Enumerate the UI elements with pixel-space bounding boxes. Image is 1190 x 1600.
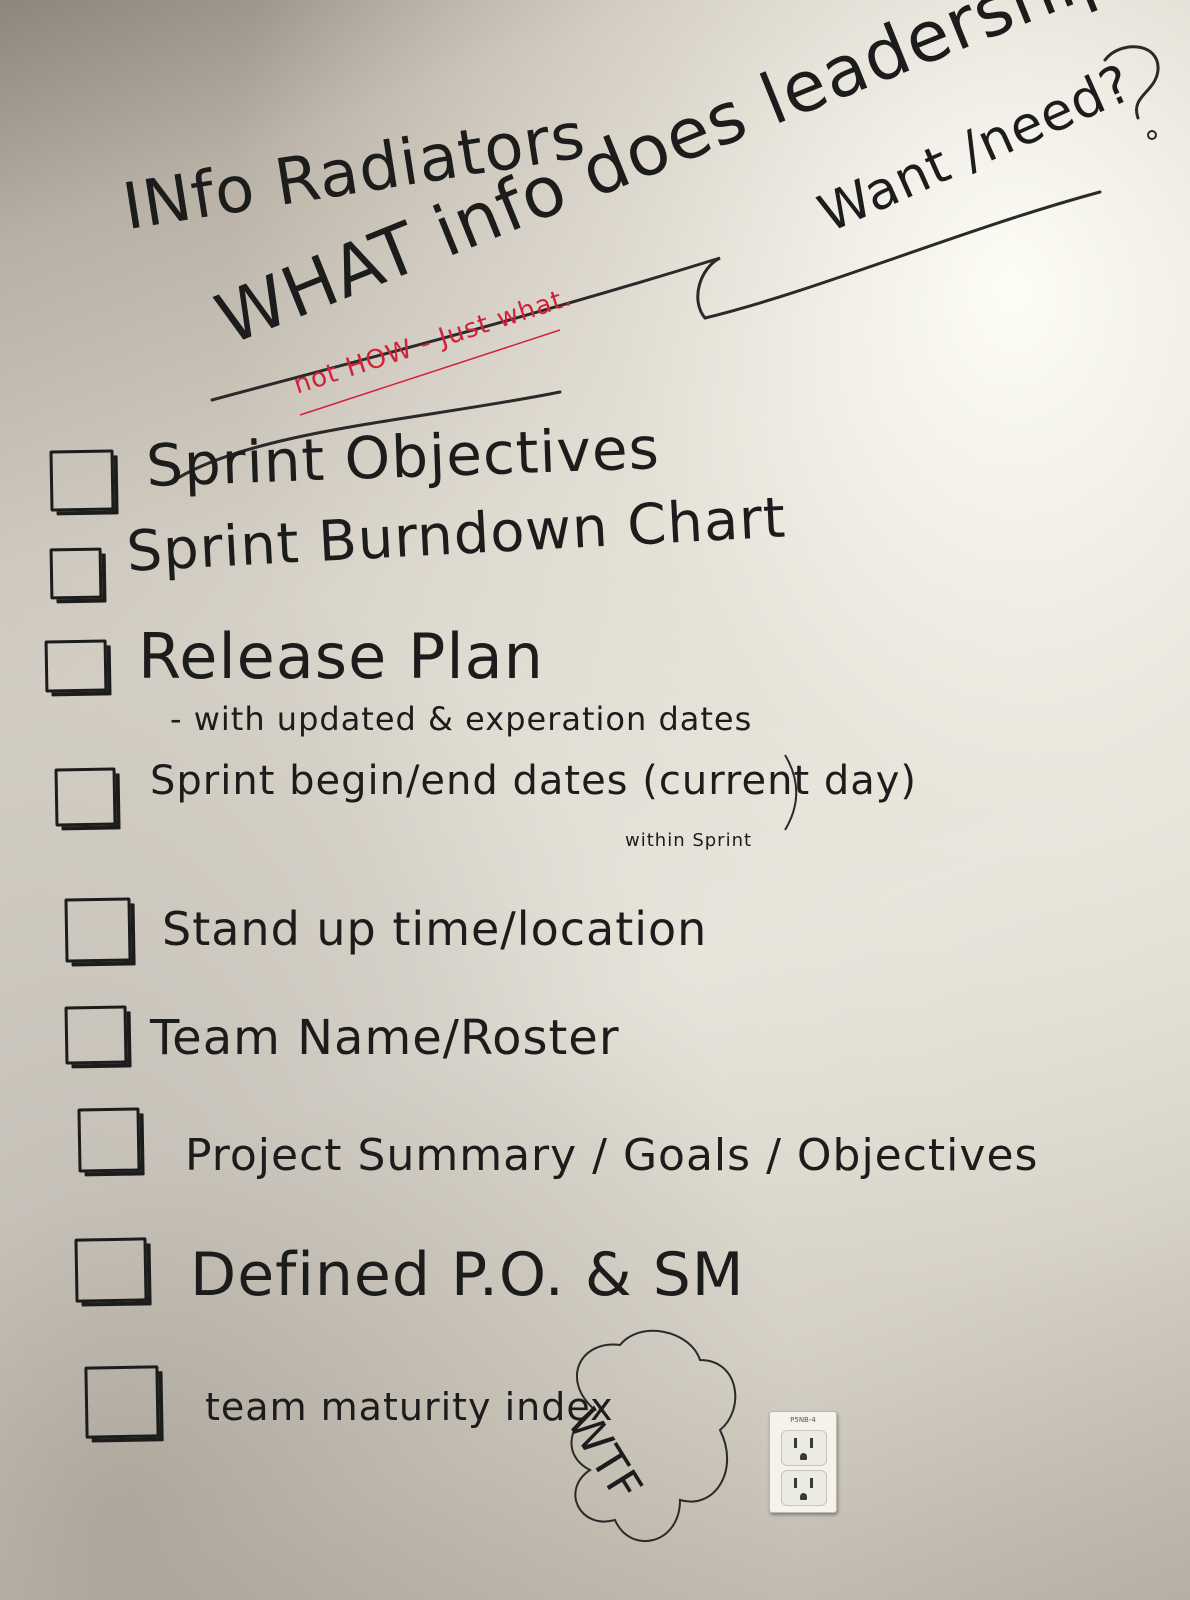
checkbox-project-summary[interactable]: [77, 1107, 141, 1173]
wall-outlet: P5NB-4: [769, 1411, 837, 1513]
item-team-name: Team Name/Roster: [150, 1010, 620, 1066]
checkbox-standup[interactable]: [64, 897, 132, 963]
item-team-maturity: team maturity index: [205, 1385, 614, 1429]
checkbox-team-maturity[interactable]: [84, 1365, 160, 1439]
item-sprint-dates: Sprint begin/end dates (current day): [150, 758, 918, 804]
checkbox-sprint-dates[interactable]: [54, 767, 117, 827]
outlet-label: P5NB-4: [790, 1416, 816, 1424]
item-release-plan-sub: - with updated & experation dates: [170, 700, 753, 738]
item-release-plan: Release Plan: [138, 620, 544, 693]
item-sprint-dates-sub: within Sprint: [625, 830, 753, 851]
receptacle-top: [781, 1430, 827, 1466]
item-project-summary: Project Summary / Goals / Objectives: [185, 1130, 1039, 1181]
item-defined-po-sm: Defined P.O. & SM: [190, 1240, 745, 1310]
checkbox-defined-po-sm[interactable]: [74, 1237, 148, 1303]
checkbox-team-name[interactable]: [64, 1005, 128, 1065]
checkbox-sprint-burndown[interactable]: [49, 547, 103, 600]
item-standup: Stand up time/location: [162, 902, 708, 956]
receptacle-bottom: [781, 1470, 827, 1506]
checkbox-sprint-objectives[interactable]: [49, 449, 115, 512]
checkbox-release-plan[interactable]: [44, 639, 108, 693]
